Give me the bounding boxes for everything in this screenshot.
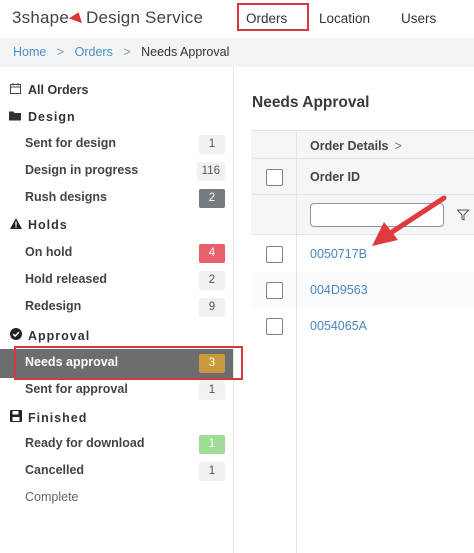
count-badge: 1 (199, 381, 225, 400)
breadcrumb-home[interactable]: Home (13, 45, 46, 59)
sidebar-item-label: Sent for approval (25, 382, 128, 396)
row-checkbox[interactable] (266, 282, 283, 299)
order-details-label: Order Details (310, 139, 389, 153)
breadcrumb: Home > Orders > Needs Approval (0, 38, 474, 67)
orders-table: Order Details > Order ID 0050717B 004D956… (251, 130, 474, 553)
count-badge: 2 (199, 189, 225, 208)
table-row[interactable]: 004D9563 (251, 272, 474, 308)
row-checkbox[interactable] (266, 318, 283, 335)
sidebar: All Orders Design Sent for design 1 Desi… (0, 67, 234, 553)
breadcrumb-separator: > (56, 45, 65, 59)
breadcrumb-current: Needs Approval (141, 45, 230, 59)
count-badge: 116 (196, 162, 225, 181)
count-badge: 2 (199, 271, 225, 290)
section-design-label: Design (28, 110, 76, 124)
save-icon (9, 410, 22, 425)
brand-logo[interactable]: 3shape Design Service (12, 8, 203, 28)
sidebar-item-label: On hold (25, 245, 73, 259)
nav-users[interactable]: Users (401, 11, 436, 26)
sidebar-item-rush-designs[interactable]: Rush designs 2 (0, 185, 233, 212)
sidebar-item-label: Cancelled (25, 463, 85, 477)
sidebar-item-hold-released[interactable]: Hold released 2 (0, 267, 233, 294)
table-filter-row (251, 195, 474, 235)
count-badge: 9 (199, 298, 225, 317)
needs-approval-highlight-box (14, 346, 243, 380)
check-circle-icon (9, 328, 22, 343)
order-id-filter-input[interactable] (310, 203, 444, 227)
sidebar-item-design-in-progress[interactable]: Design in progress 116 (0, 158, 233, 185)
count-badge: 1 (199, 462, 225, 481)
top-nav: 3shape Design Service Orders Location Use… (0, 0, 474, 38)
sidebar-item-cancelled[interactable]: Cancelled 1 (0, 458, 233, 485)
sidebar-item-sent-for-design[interactable]: Sent for design 1 (0, 131, 233, 158)
sidebar-item-label: Sent for design (25, 136, 116, 150)
section-finished-label: Finished (28, 411, 88, 425)
order-id-link[interactable]: 0054065A (310, 319, 367, 333)
count-badge: 4 (199, 244, 225, 263)
section-holds-label: Holds (28, 218, 68, 232)
breadcrumb-orders[interactable]: Orders (75, 45, 113, 59)
warning-icon (9, 218, 22, 232)
brand-name-suffix: Design Service (85, 8, 204, 27)
order-id-link[interactable]: 0050717B (310, 247, 367, 261)
filter-icon[interactable] (457, 209, 469, 221)
order-details-header[interactable]: Order Details > (310, 139, 402, 153)
select-all-checkbox[interactable] (266, 169, 283, 186)
sidebar-item-ready-for-download[interactable]: Ready for download 1 (0, 431, 233, 458)
row-checkbox[interactable] (266, 246, 283, 263)
order-id-link[interactable]: 004D9563 (310, 283, 368, 297)
sidebar-item-redesign[interactable]: Redesign 9 (0, 294, 233, 321)
calendar-icon (9, 83, 22, 97)
section-finished: Finished (9, 410, 87, 425)
sidebar-all-orders-label: All Orders (28, 83, 89, 97)
table-row[interactable]: 0054065A (251, 308, 474, 344)
count-badge: 1 (199, 135, 225, 154)
count-badge: 1 (199, 435, 225, 454)
sidebar-item-on-hold[interactable]: On hold 4 (0, 240, 233, 267)
sidebar-item-label: Ready for download (25, 436, 145, 450)
section-approval: Approval (9, 328, 90, 343)
sidebar-item-label: Complete (25, 490, 79, 504)
table-row[interactable]: 0050717B (251, 236, 474, 272)
sidebar-all-orders[interactable]: All Orders (9, 83, 88, 97)
logo-triangle-icon (68, 9, 86, 24)
folder-icon (9, 110, 22, 124)
sidebar-item-sent-for-approval[interactable]: Sent for approval 1 (0, 377, 233, 404)
section-holds: Holds (9, 218, 68, 232)
section-design: Design (9, 110, 76, 124)
sidebar-item-label: Rush designs (25, 190, 107, 204)
sidebar-item-complete[interactable]: Complete (0, 485, 233, 512)
sidebar-item-label: Design in progress (25, 163, 139, 177)
order-id-column-header[interactable]: Order ID (310, 170, 360, 184)
page-title: Needs Approval (252, 94, 370, 111)
chevron-right-icon: > (394, 139, 402, 153)
orders-highlight-box (237, 3, 309, 31)
section-approval-label: Approval (28, 329, 91, 343)
sidebar-item-label: Hold released (25, 272, 107, 286)
table-column-header: Order ID (251, 159, 474, 195)
column-divider (296, 130, 297, 553)
breadcrumb-separator: > (123, 45, 131, 59)
brand-name-prefix: 3shape (12, 8, 69, 27)
table-group-header: Order Details > (251, 130, 474, 159)
nav-location[interactable]: Location (319, 11, 370, 26)
sidebar-item-label: Redesign (25, 299, 82, 313)
